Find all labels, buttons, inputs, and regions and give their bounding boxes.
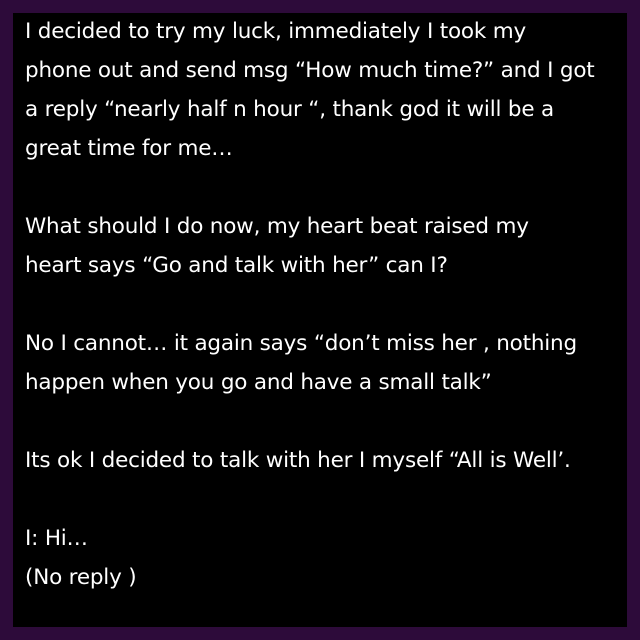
story-line: heart says “Go and talk with her” can I? bbox=[25, 253, 448, 278]
story-line: Its ok I decided to talk with her I myse… bbox=[25, 448, 571, 473]
story-line: a reply “nearly half n hour “, thank god… bbox=[25, 97, 554, 122]
story-line: happen when you go and have a small talk… bbox=[25, 370, 492, 395]
story-line: I: Hi… bbox=[25, 526, 88, 551]
story-line: phone out and send msg “How much time?” … bbox=[25, 58, 595, 83]
story-line: (No reply ) bbox=[25, 565, 137, 590]
story-text-block: I decided to try my luck, immediately I … bbox=[25, 12, 625, 597]
story-line: No I cannot… it again says “don’t miss h… bbox=[25, 331, 577, 356]
story-line: great time for me… bbox=[25, 136, 233, 161]
story-line: I decided to try my luck, immediately I … bbox=[25, 19, 527, 44]
story-line: What should I do now, my heart beat rais… bbox=[25, 214, 529, 239]
